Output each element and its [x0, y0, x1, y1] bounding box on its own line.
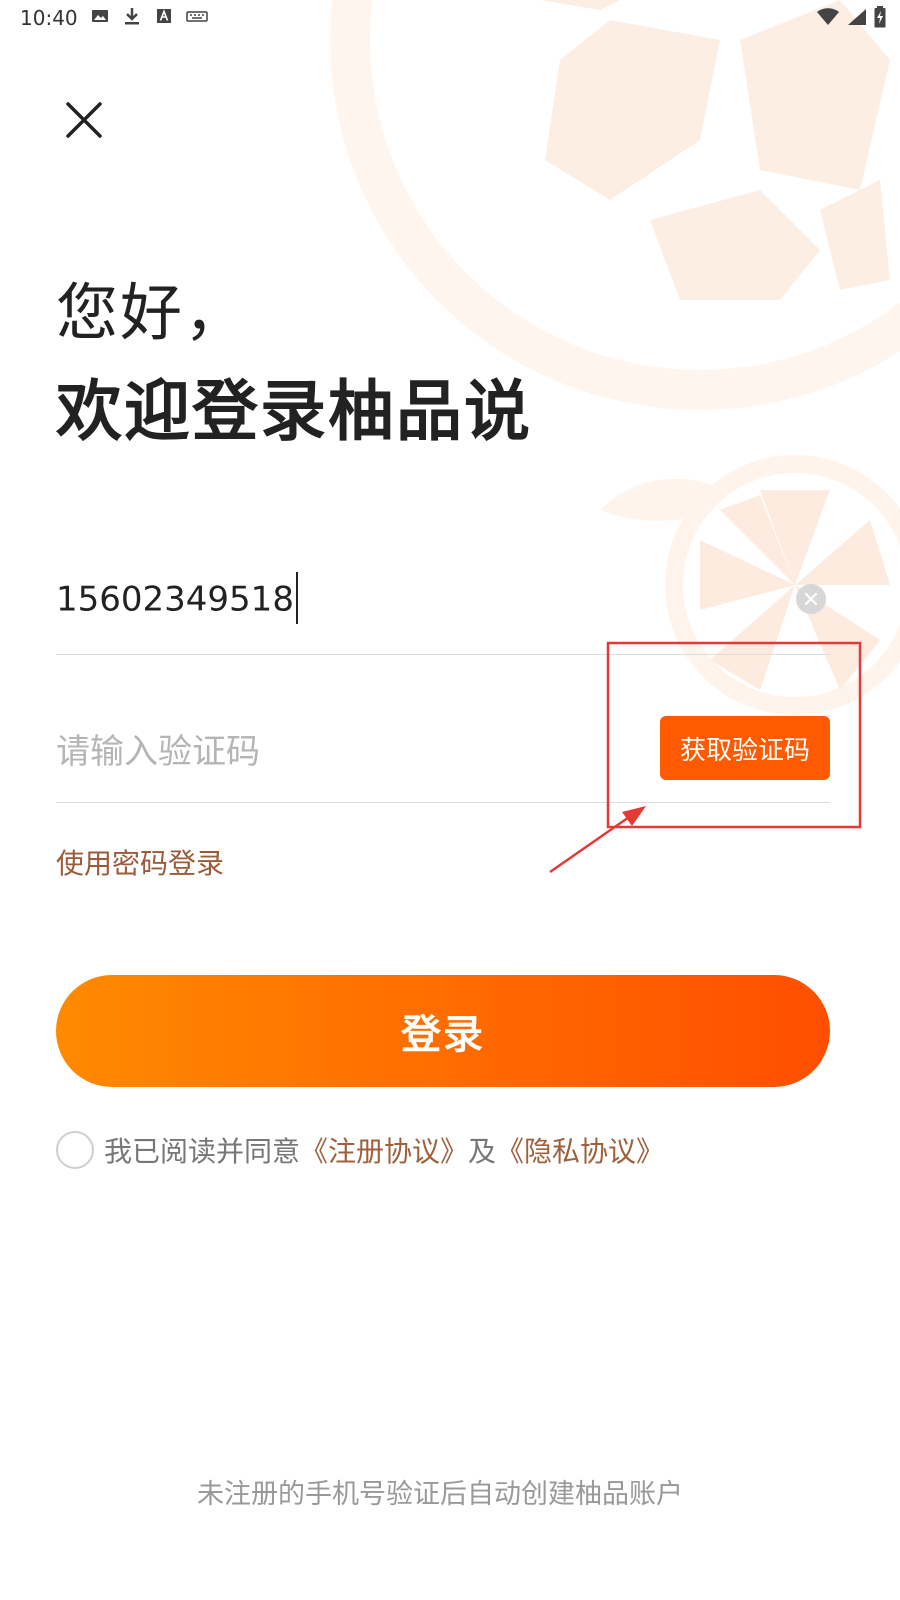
- text-a-icon: [157, 9, 171, 23]
- phone-field[interactable]: 15602349518: [56, 566, 830, 655]
- status-icons-right: [816, 6, 886, 28]
- agreement-prefix: 我已阅读并同意: [104, 1135, 301, 1168]
- register-agreement-link[interactable]: 《注册协议》: [300, 1130, 468, 1170]
- status-time: 10:40: [20, 6, 78, 30]
- verification-code-input[interactable]: [56, 724, 616, 780]
- close-button[interactable]: [60, 96, 108, 144]
- clear-circle-icon: [804, 592, 818, 606]
- agreement-row: 我已阅读并同意 《注册协议》 及 《隐私协议》: [56, 1128, 664, 1172]
- phone-number-value[interactable]: 15602349518: [56, 572, 298, 624]
- agreement-and: 及: [468, 1135, 497, 1168]
- clear-phone-button[interactable]: [796, 584, 826, 614]
- code-field: 获取验证码: [56, 710, 830, 803]
- greeting-title: 您好，: [56, 276, 249, 349]
- image-icon: [92, 10, 108, 22]
- privacy-agreement-link[interactable]: 《隐私协议》: [496, 1130, 664, 1170]
- phone-number-text: 15602349518: [56, 579, 294, 620]
- login-button[interactable]: 登录: [56, 975, 830, 1087]
- battery-icon: [874, 6, 886, 28]
- close-icon: [66, 102, 102, 138]
- text-caret: [295, 572, 298, 624]
- footer-note: 未注册的手机号验证后自动创建柚品账户: [197, 1479, 683, 1510]
- password-login-link[interactable]: 使用密码登录: [56, 842, 224, 882]
- signal-icon: [848, 9, 866, 25]
- status-bar: 10:40: [0, 0, 900, 36]
- wifi-icon: [817, 8, 839, 25]
- status-icons-left: [90, 6, 208, 26]
- welcome-title: 欢迎登录柚品说: [56, 373, 532, 450]
- get-code-button[interactable]: 获取验证码: [660, 716, 830, 780]
- agreement-checkbox[interactable]: [56, 1131, 94, 1169]
- keyboard-icon: [186, 11, 208, 22]
- download-icon: [125, 8, 139, 25]
